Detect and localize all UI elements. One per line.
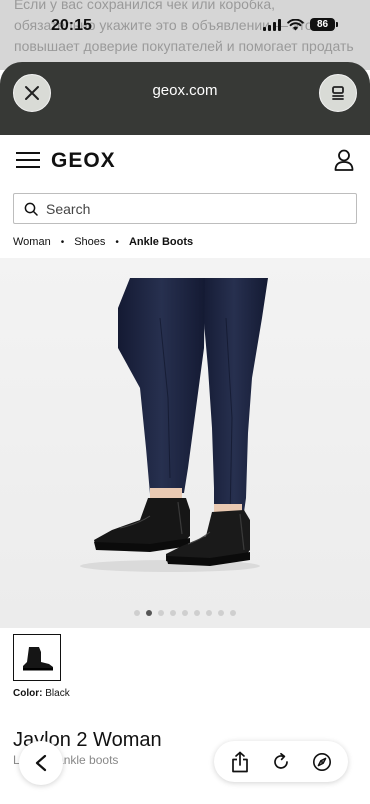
carousel-dot[interactable] (146, 610, 152, 616)
browser-url[interactable]: geox.com (0, 82, 370, 99)
hamburger-menu-icon[interactable] (16, 152, 40, 168)
search-icon (24, 202, 38, 216)
breadcrumb-separator: • (60, 236, 65, 248)
status-bar: 20:15 86 (0, 0, 370, 54)
color-swatch-black[interactable] (13, 634, 61, 681)
model-wearing-boots-image (0, 258, 370, 628)
browser-menu-button[interactable] (319, 74, 357, 112)
back-button[interactable] (19, 741, 63, 785)
carousel-dots (0, 610, 370, 616)
status-indicators: 86 (263, 18, 338, 31)
carousel-dot[interactable] (218, 610, 224, 616)
search-box[interactable] (13, 193, 357, 224)
share-button[interactable] (224, 746, 256, 778)
boot-thumbnail (23, 646, 53, 670)
color-row: Color: Black (13, 688, 70, 699)
site-header: GEOX (0, 135, 370, 185)
share-icon (232, 751, 249, 772)
search-input[interactable] (46, 200, 336, 217)
geox-logo[interactable]: GEOX (51, 149, 116, 173)
compass-icon (312, 752, 331, 771)
carousel-dot[interactable] (158, 610, 164, 616)
battery-level: 86 (310, 18, 335, 31)
carousel-dot[interactable] (170, 610, 176, 616)
breadcrumb-woman[interactable]: Woman (13, 236, 51, 248)
browser-toolbar (214, 741, 348, 782)
carousel-dot[interactable] (182, 610, 188, 616)
carousel-dot[interactable] (194, 610, 200, 616)
breadcrumb-separator: • (115, 236, 119, 248)
product-image[interactable] (0, 258, 370, 628)
status-time: 20:15 (51, 17, 92, 34)
breadcrumb: Woman • Shoes • Ankle Boots (13, 236, 193, 248)
reload-icon (274, 752, 288, 769)
carousel-dot[interactable] (134, 610, 140, 616)
breadcrumb-ankle-boots: Ankle Boots (128, 236, 194, 248)
carousel-dot[interactable] (230, 610, 236, 616)
cellular-signal-icon (263, 18, 281, 31)
reload-button[interactable] (265, 746, 297, 778)
color-label: Color: (13, 688, 43, 699)
color-value: Black (45, 688, 70, 699)
account-icon[interactable] (334, 149, 354, 176)
chevron-left-icon (35, 754, 47, 772)
carousel-dot[interactable] (206, 610, 212, 616)
in-app-browser-header: geox.com (0, 62, 370, 142)
menu-icon (332, 86, 344, 100)
breadcrumb-shoes[interactable]: Shoes (74, 236, 105, 248)
open-in-browser-button[interactable] (306, 746, 338, 778)
wifi-icon (287, 18, 304, 31)
battery-icon: 86 (310, 18, 338, 31)
